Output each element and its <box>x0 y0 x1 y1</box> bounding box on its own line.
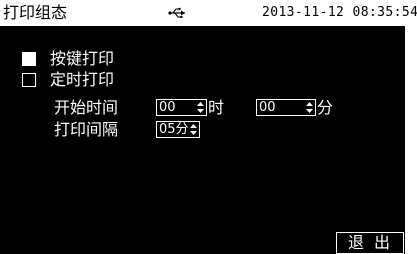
system-datetime: 2013-11-12 08:35:54 <box>262 5 417 20</box>
start-hour-value: 00 <box>159 100 176 115</box>
title-bar: 打印组态 2013-11-12 08:35:54 <box>0 0 417 27</box>
print-interval-value: 05分 <box>159 122 189 137</box>
hour-unit: 时 <box>208 98 225 117</box>
key-print-option[interactable]: 按键打印 <box>22 49 114 69</box>
start-minute-stepper[interactable]: 00 <box>256 99 316 116</box>
start-minute-value: 00 <box>259 100 276 115</box>
minute-unit: 分 <box>317 98 334 117</box>
print-interval-stepper[interactable]: 05分 <box>156 121 200 138</box>
timed-print-label: 定时打印 <box>50 70 115 89</box>
exit-button[interactable]: 退出 <box>336 232 404 254</box>
up-down-arrow-icon <box>197 102 204 113</box>
print-config-screen: 打印组态 2013-11-12 08:35:54 按键打印 定时打印 开始时间 … <box>0 0 417 254</box>
timed-print-option[interactable]: 定时打印 <box>22 70 114 90</box>
print-interval-label: 打印间隔 <box>54 120 119 139</box>
key-print-label: 按键打印 <box>50 49 115 68</box>
up-down-arrow-icon <box>306 102 313 113</box>
start-hour-stepper[interactable]: 00 <box>156 99 207 116</box>
up-down-arrow-icon <box>190 124 197 135</box>
usb-icon <box>168 7 185 18</box>
screen-title: 打印组态 <box>3 3 68 22</box>
start-time-label: 开始时间 <box>54 98 119 117</box>
key-print-checkbox[interactable] <box>22 52 36 66</box>
timed-print-checkbox[interactable] <box>22 73 36 87</box>
